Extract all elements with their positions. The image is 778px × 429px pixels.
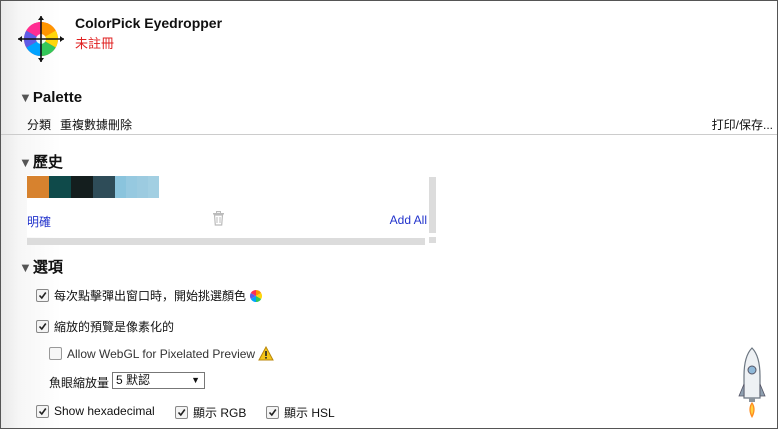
option-show-rgb: 顯示 RGB	[175, 404, 246, 421]
show-rgb-checkbox[interactable]	[175, 406, 188, 419]
option-fisheye: 魚眼縮放量	[49, 374, 109, 391]
scrollbar-corner	[429, 237, 436, 243]
option-show-hex: Show hexadecimal	[36, 404, 155, 418]
color-swatch[interactable]	[93, 176, 115, 198]
open-on-click-label: 每次點擊彈出窗口時，開始挑選顏色	[54, 289, 247, 303]
fisheye-amount-select[interactable]: 5 默認 ▼	[112, 372, 205, 389]
collapse-triangle-icon: ▼	[19, 90, 32, 105]
fisheye-label: 魚眼縮放量	[49, 376, 110, 390]
show-hsl-label: 顯示 HSL	[284, 406, 335, 420]
history-panel: 明確 Add All	[27, 175, 427, 237]
collapse-triangle-icon: ▼	[19, 260, 32, 275]
registration-status: 未註冊	[75, 36, 115, 51]
color-swatch[interactable]	[71, 176, 93, 198]
color-swatch[interactable]	[148, 176, 159, 198]
webgl-label: Allow WebGL for Pixelated Preview	[67, 346, 256, 361]
show-hex-checkbox[interactable]	[36, 404, 49, 418]
color-swatch[interactable]	[27, 176, 49, 198]
show-hex-label: Show hexadecimal	[54, 404, 155, 418]
fisheye-selected-value: 5 默認	[116, 373, 151, 387]
collapse-triangle-icon: ▼	[19, 155, 32, 170]
categories-link[interactable]: 分類	[27, 116, 51, 133]
divider	[1, 134, 777, 135]
color-swatch[interactable]	[115, 176, 126, 198]
color-swatch[interactable]	[126, 176, 137, 198]
palette-heading: Palette	[32, 89, 83, 106]
history-section-header[interactable]: ▼歷史	[19, 151, 63, 172]
dropdown-arrow-icon: ▼	[191, 375, 200, 385]
history-heading: 歷史	[32, 154, 63, 171]
palette-section-header[interactable]: ▼Palette	[19, 89, 82, 106]
color-swatch[interactable]	[49, 176, 71, 198]
clear-history-link[interactable]: 明確	[27, 213, 51, 230]
show-rgb-label: 顯示 RGB	[193, 406, 247, 420]
webgl-checkbox[interactable]	[49, 347, 62, 360]
options-section-header[interactable]: ▼選項	[19, 256, 63, 277]
color-swatch[interactable]	[137, 176, 148, 198]
pixelated-zoom-checkbox[interactable]	[36, 320, 49, 333]
open-on-click-checkbox[interactable]	[36, 289, 49, 302]
option-pixelated-zoom: 縮放的預覽是像素化的	[36, 318, 174, 335]
history-swatches	[27, 176, 159, 198]
print-save-link[interactable]: 打印/保存...	[712, 116, 773, 133]
options-heading: 選項	[32, 259, 63, 276]
add-all-link[interactable]: Add All	[390, 213, 427, 227]
option-open-on-click: 每次點擊彈出窗口時，開始挑選顏色	[36, 287, 263, 304]
horizontal-scrollbar[interactable]	[27, 238, 425, 245]
vertical-scrollbar[interactable]	[429, 177, 436, 233]
show-hsl-checkbox[interactable]	[266, 406, 279, 419]
option-webgl: Allow WebGL for Pixelated Preview	[49, 346, 274, 361]
colorpick-logo-icon	[18, 16, 64, 62]
pixelated-zoom-label: 縮放的預覽是像素化的	[54, 320, 175, 334]
options-window: ColorPick Eyedropper 未註冊 ▼Palette 分類 重複數…	[0, 0, 778, 429]
trash-icon[interactable]	[212, 211, 225, 226]
color-wheel-icon	[250, 289, 263, 302]
rocket-icon[interactable]	[738, 346, 766, 420]
app-title: ColorPick Eyedropper	[75, 15, 223, 31]
option-show-hsl: 顯示 HSL	[266, 404, 335, 421]
warning-icon	[258, 346, 274, 361]
dedupe-link[interactable]: 重複數據刪除	[60, 116, 132, 133]
